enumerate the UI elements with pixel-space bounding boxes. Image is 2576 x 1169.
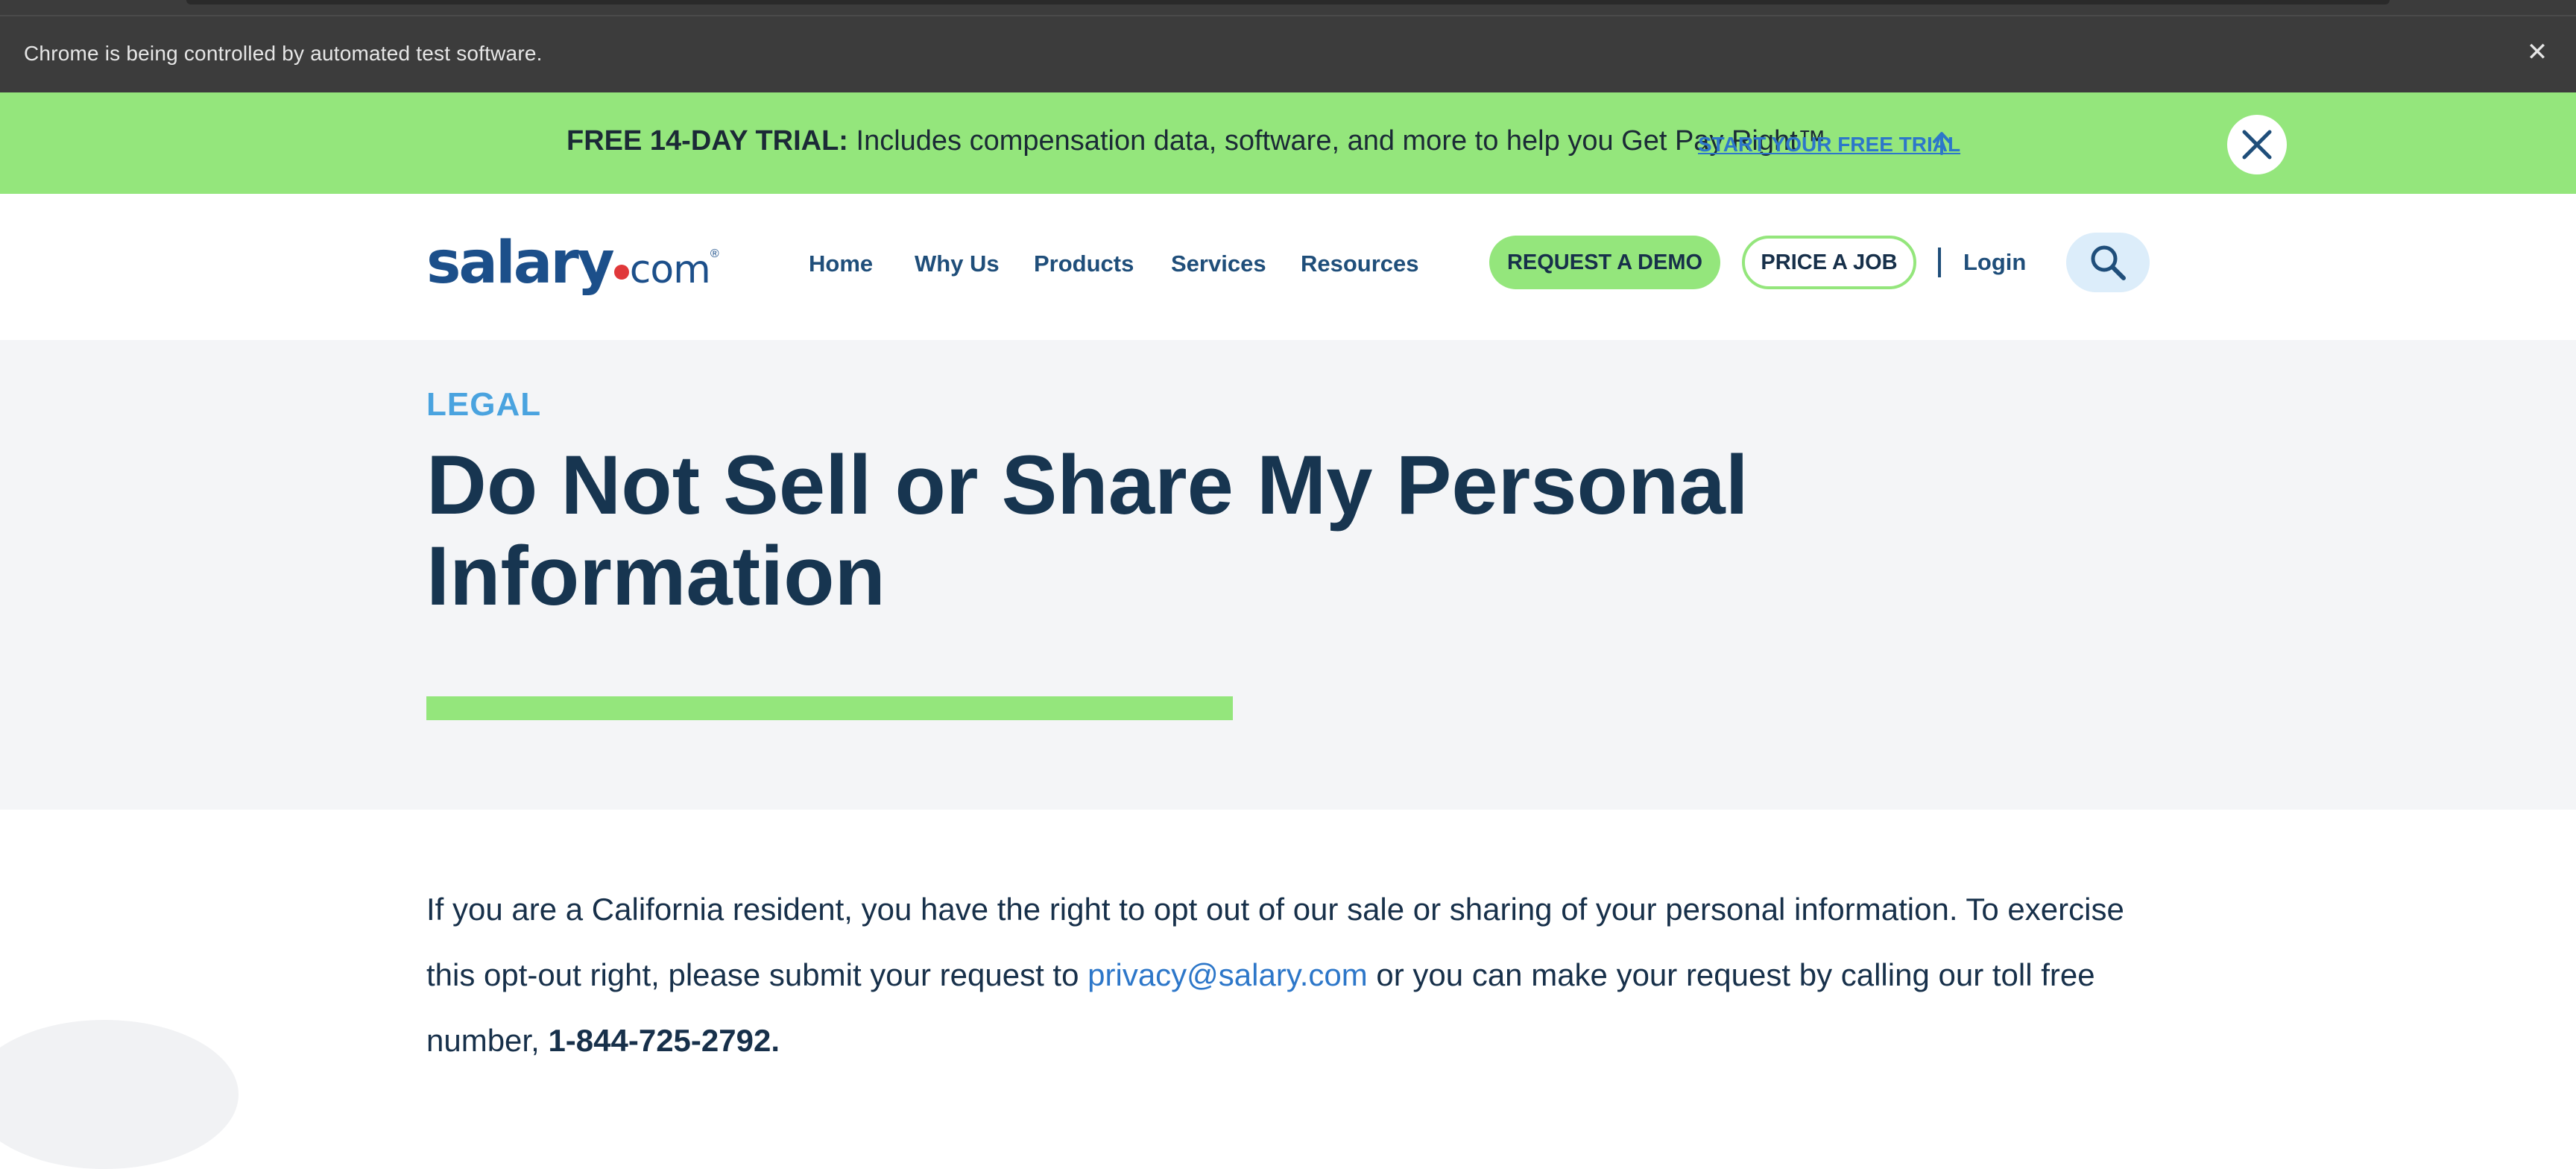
nav-products[interactable]: Products	[1034, 250, 1134, 277]
hero-accent-bar	[426, 696, 1233, 720]
section-eyebrow: LEGAL	[426, 386, 542, 423]
promo-description: Includes compensation data, software, an…	[847, 125, 1826, 157]
divider	[0, 15, 2576, 16]
nav-services[interactable]: Services	[1171, 250, 1266, 277]
price-a-job-button[interactable]: PRICE A JOB	[1742, 236, 1916, 289]
site-header	[0, 194, 2576, 340]
toll-free-number: 1-844-725-2792.	[548, 1023, 780, 1058]
search-icon	[2091, 245, 2126, 280]
opt-out-paragraph: If you are a California resident, you ha…	[426, 877, 2156, 1074]
promo-bold-label: FREE 14-DAY TRIAL:	[566, 125, 848, 157]
page-title: Do Not Sell or Share My Personal Informa…	[426, 438, 1749, 623]
request-demo-button[interactable]: REQUEST A DEMO	[1489, 236, 1720, 289]
tab-strip-edge	[186, 0, 2390, 4]
logo-word: salary	[426, 230, 615, 297]
promo-banner: FREE 14-DAY TRIAL: Includes compensation…	[0, 92, 2576, 194]
background-curve	[0, 1020, 239, 1169]
login-link[interactable]: Login	[1963, 249, 2026, 276]
salary-com-logo[interactable]: salary com®	[426, 230, 719, 297]
arrow-up-icon[interactable]	[1931, 130, 1953, 157]
nav-home[interactable]: Home	[809, 250, 873, 277]
automation-notice: Chrome is being controlled by automated …	[24, 42, 543, 65]
privacy-email-link[interactable]: privacy@salary.com	[1087, 957, 1368, 992]
promo-close-button[interactable]	[2227, 115, 2287, 174]
nav-why-us[interactable]: Why Us	[915, 250, 1000, 277]
close-icon	[2242, 130, 2272, 160]
infobar-close-icon[interactable]: ✕	[2524, 39, 2551, 66]
automation-infobar: Chrome is being controlled by automated …	[0, 0, 2576, 92]
logo-suffix: com	[629, 248, 711, 292]
logo-dot	[613, 265, 629, 280]
search-button[interactable]	[2066, 233, 2150, 292]
nav-resources[interactable]: Resources	[1301, 250, 1419, 277]
promo-text: FREE 14-DAY TRIAL: Includes compensation…	[566, 125, 1826, 157]
logo-registered: ®	[710, 248, 719, 260]
nav-separator	[1938, 248, 1941, 277]
start-free-trial-link[interactable]: START YOUR FREE TRIAL	[1698, 133, 1960, 157]
